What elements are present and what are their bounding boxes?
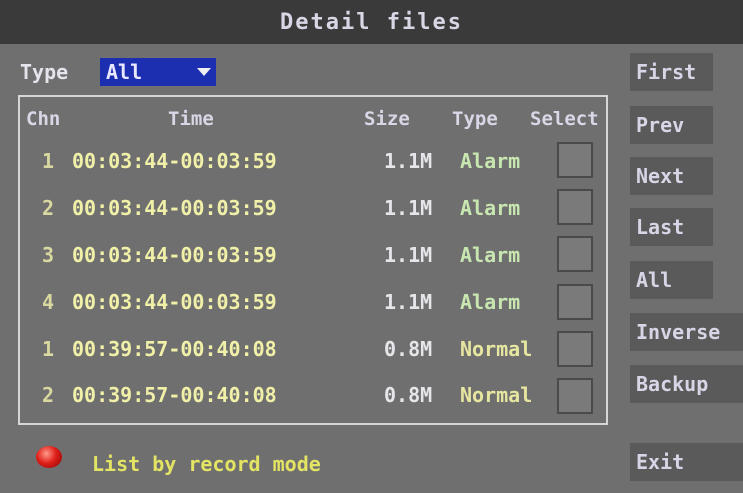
row-chn: 2 (42, 196, 55, 220)
header-chn: Chn (26, 108, 61, 130)
header-type: Type (452, 108, 498, 130)
row-size: 0.8M (384, 383, 433, 407)
record-mode-indicator-icon[interactable] (36, 446, 62, 468)
row-chn: 4 (42, 290, 55, 314)
row-time: 00:03:44-00:03:59 (72, 290, 277, 314)
chevron-down-icon[interactable] (192, 58, 216, 86)
inverse-button[interactable]: Inverse (630, 313, 743, 351)
row-select-checkbox[interactable] (557, 284, 593, 320)
select-all-button[interactable]: All (630, 261, 713, 299)
header-time: Time (168, 108, 214, 130)
row-chn: 3 (42, 243, 55, 267)
first-button[interactable]: First (630, 53, 713, 91)
last-button[interactable]: Last (630, 208, 713, 246)
row-chn: 1 (42, 337, 55, 361)
row-select-checkbox[interactable] (557, 378, 593, 414)
header-select: Select (530, 108, 599, 130)
row-size: 1.1M (384, 149, 433, 173)
prev-button[interactable]: Prev (630, 106, 713, 144)
row-size: 1.1M (384, 196, 433, 220)
row-type: Normal (460, 337, 533, 361)
row-time: 00:03:44-00:03:59 (72, 196, 277, 220)
row-size: 0.8M (384, 337, 433, 361)
type-filter-label: Type (20, 60, 69, 84)
row-select-checkbox[interactable] (557, 189, 593, 225)
row-chn: 2 (42, 383, 55, 407)
row-type: Alarm (460, 196, 521, 220)
type-filter-value: All (106, 60, 143, 84)
window-title: Detail files (280, 9, 463, 35)
row-select-checkbox[interactable] (557, 142, 593, 178)
row-time: 00:03:44-00:03:59 (72, 243, 277, 267)
row-time: 00:39:57-00:40:08 (72, 383, 277, 407)
row-select-checkbox[interactable] (557, 331, 593, 367)
row-select-checkbox[interactable] (557, 236, 593, 272)
type-filter-dropdown[interactable]: All (100, 58, 216, 86)
row-time: 00:39:57-00:40:08 (72, 337, 277, 361)
record-mode-label: List by record mode (92, 452, 321, 476)
row-type: Alarm (460, 149, 521, 173)
row-size: 1.1M (384, 243, 433, 267)
row-type: Alarm (460, 290, 521, 314)
row-type: Normal (460, 383, 533, 407)
row-time: 00:03:44-00:03:59 (72, 149, 277, 173)
title-bar: Detail files (0, 0, 743, 44)
row-chn: 1 (42, 149, 55, 173)
row-type: Alarm (460, 243, 521, 267)
exit-button[interactable]: Exit (630, 443, 743, 481)
header-size: Size (364, 108, 410, 130)
next-button[interactable]: Next (630, 157, 713, 195)
backup-button[interactable]: Backup (630, 365, 743, 403)
row-size: 1.1M (384, 290, 433, 314)
